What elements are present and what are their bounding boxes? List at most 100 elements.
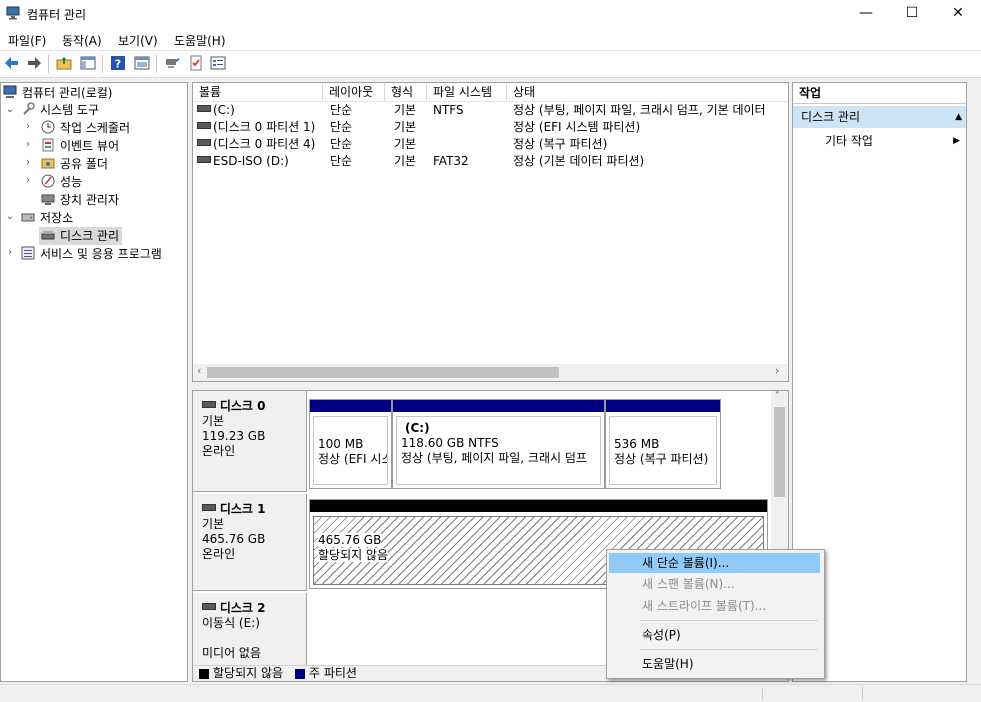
minimize-button[interactable]: — (843, 0, 889, 28)
console-view-icon[interactable] (134, 55, 150, 71)
connect-icon[interactable] (164, 55, 180, 71)
table-row[interactable]: (디스크 0 파티션 1) 단순 기본 정상 (EFI 시스템 파티션) (193, 119, 788, 136)
disk-name: 디스크 1 (219, 502, 266, 516)
storage-icon (21, 213, 35, 222)
menu-file[interactable]: 파일(F) (8, 32, 46, 49)
actions-header: 작업 (793, 83, 966, 104)
computer-icon (3, 85, 17, 98)
clock-icon (41, 120, 55, 134)
legend-label: 주 파티션 (309, 666, 357, 680)
volume-fs: NTFS (433, 103, 464, 117)
help-icon[interactable]: ? (110, 55, 126, 71)
expand-arrow-icon[interactable]: › (23, 121, 33, 132)
event-viewer-icon (42, 138, 54, 152)
tree-item-event-viewer[interactable]: 이벤트 뷰어 (41, 137, 119, 155)
show-hide-tree-icon[interactable] (80, 55, 96, 71)
menu-help[interactable]: 도움말(H) (174, 32, 226, 49)
tree-item-disk-management[interactable]: 디스크 관리 (39, 227, 123, 245)
volume-status: 정상 (기본 데이터 파티션) (513, 154, 645, 168)
partition-recovery[interactable]: 536 MB 정상 (복구 파티션) (605, 399, 721, 489)
collapse-arrow-icon[interactable]: ⌄ (5, 104, 15, 115)
tree-item-computer-management[interactable]: 컴퓨터 관리(로컬) (3, 84, 112, 102)
actions-more-actions[interactable]: 기타 작업 ▶ (793, 131, 966, 151)
column-header-status[interactable]: 상태 (507, 83, 788, 101)
menu-item-new-striped-volume[interactable]: 새 스트라이프 볼륨(T)... (609, 596, 820, 616)
tree-item-services-applications[interactable]: 서비스 및 응용 프로그램 (21, 245, 162, 263)
up-folder-icon[interactable] (56, 55, 72, 71)
volume-layout: 단순 (330, 120, 353, 134)
collapse-arrow-icon[interactable]: ⌄ (5, 211, 15, 222)
actions-section-disk-management[interactable]: 디스크 관리 ▲ (793, 106, 966, 128)
computer-management-icon (6, 6, 20, 20)
menu-item-properties[interactable]: 속성(P) (609, 625, 820, 645)
scroll-right-icon[interactable]: › (775, 364, 779, 377)
disk-state: 미디어 없음 (202, 646, 262, 660)
horizontal-scrollbar[interactable]: ‹ › (193, 364, 788, 381)
partition-size: 465.76 GB (318, 533, 382, 547)
table-row[interactable]: (디스크 0 파티션 4) 단순 기본 정상 (복구 파티션) (193, 136, 788, 153)
scroll-up-icon[interactable]: ˄ (775, 391, 780, 402)
disk-2-label[interactable]: 디스크 2 이동식 (E:) 미디어 없음 (193, 593, 307, 665)
tree-item-label: 공유 폴더 (60, 157, 108, 171)
expand-arrow-icon[interactable]: › (23, 175, 33, 186)
tree-item-label: 성능 (60, 175, 83, 189)
disk-state: 온라인 (202, 444, 236, 458)
partition-c[interactable]: (C:) 118.60 GB NTFS 정상 (부팅, 페이지 파일, 크래시 … (392, 399, 605, 489)
scroll-left-icon[interactable]: ‹ (197, 364, 201, 377)
column-header-type[interactable]: 형식 (385, 83, 427, 101)
disk-1-label[interactable]: 디스크 1 기본 465.76 GB 온라인 (193, 494, 307, 591)
services-icon (21, 246, 35, 260)
disk-drive-icon (202, 401, 216, 408)
tree-item-label: 서비스 및 응용 프로그램 (40, 247, 162, 261)
tree-item-system-tools[interactable]: 시스템 도구 (21, 101, 99, 119)
tree-item-storage[interactable]: 저장소 (21, 209, 73, 227)
volume-name: (디스크 0 파티션 4) (213, 137, 316, 151)
column-header-volume[interactable]: 볼륨 (193, 83, 323, 101)
scroll-thumb[interactable] (774, 407, 785, 497)
tree-item-device-manager[interactable]: 장치 관리자 (41, 191, 119, 209)
partition-status: 정상 (복구 파티션) (614, 452, 709, 466)
table-row[interactable]: ESD-ISO (D:) 단순 기본 FAT32 정상 (기본 데이터 파티션) (193, 153, 788, 170)
partition-status: 할당되지 않음 (318, 548, 389, 562)
expand-arrow-icon[interactable]: › (5, 247, 15, 258)
device-manager-icon (41, 194, 55, 205)
scroll-thumb[interactable] (207, 367, 559, 378)
menu-item-new-simple-volume[interactable]: 새 단순 볼륨(I)... (609, 553, 820, 573)
tree-item-shared-folders[interactable]: 공유 폴더 (41, 155, 108, 173)
properties-list-icon[interactable] (210, 55, 226, 71)
volume-status: 정상 (부팅, 페이지 파일, 크래시 덤프, 기본 데이터 (513, 103, 766, 117)
menu-item-help[interactable]: 도움말(H) (609, 654, 820, 674)
partition-efi[interactable]: 100 MB 정상 (EFI 시스 (309, 399, 392, 489)
tree-item-task-scheduler[interactable]: 작업 스케줄러 (41, 119, 130, 137)
table-row[interactable]: (C:) 단순 기본 NTFS 정상 (부팅, 페이지 파일, 크래시 덤프, … (193, 102, 788, 119)
volume-layout: 단순 (330, 103, 353, 117)
menu-view[interactable]: 보기(V) (118, 32, 158, 49)
volume-layout: 단순 (330, 154, 353, 168)
maximize-button[interactable]: ☐ (889, 0, 935, 28)
tree-item-label: 작업 스케줄러 (60, 121, 131, 135)
column-header-layout[interactable]: 레이아웃 (323, 83, 385, 101)
checklist-icon[interactable] (188, 55, 204, 71)
expand-arrow-icon[interactable]: › (23, 139, 33, 150)
partition-size: 118.60 GB NTFS (401, 436, 499, 450)
back-arrow-icon[interactable] (4, 55, 20, 71)
menu-action[interactable]: 동작(A) (62, 32, 102, 49)
tree-item-label: 디스크 관리 (60, 229, 120, 243)
volume-type: 기본 (394, 120, 417, 134)
collapse-triangle-icon[interactable]: ▲ (955, 106, 962, 128)
column-header-file-system[interactable]: 파일 시스템 (427, 83, 507, 101)
context-menu: 새 단순 볼륨(I)... 새 스팬 볼륨(N)... 새 스트라이프 볼륨(T… (606, 549, 825, 679)
menu-separator (640, 620, 818, 621)
close-button[interactable]: ✕ (935, 0, 981, 28)
tree-item-performance[interactable]: 성능 (41, 173, 82, 191)
disk-state: 온라인 (202, 547, 236, 561)
forward-arrow-icon[interactable] (26, 55, 42, 71)
expand-arrow-icon[interactable]: › (23, 157, 33, 168)
menu-item-new-spanned-volume[interactable]: 새 스팬 볼륨(N)... (609, 574, 820, 594)
volume-layout: 단순 (330, 137, 353, 151)
disk-drive-icon (202, 603, 216, 610)
disk-0-label[interactable]: 디스크 0 기본 119.23 GB 온라인 (193, 391, 307, 492)
volume-status: 정상 (EFI 시스템 파티션) (513, 120, 641, 134)
menu-separator (640, 649, 818, 650)
disk-size: 119.23 GB (202, 429, 266, 443)
